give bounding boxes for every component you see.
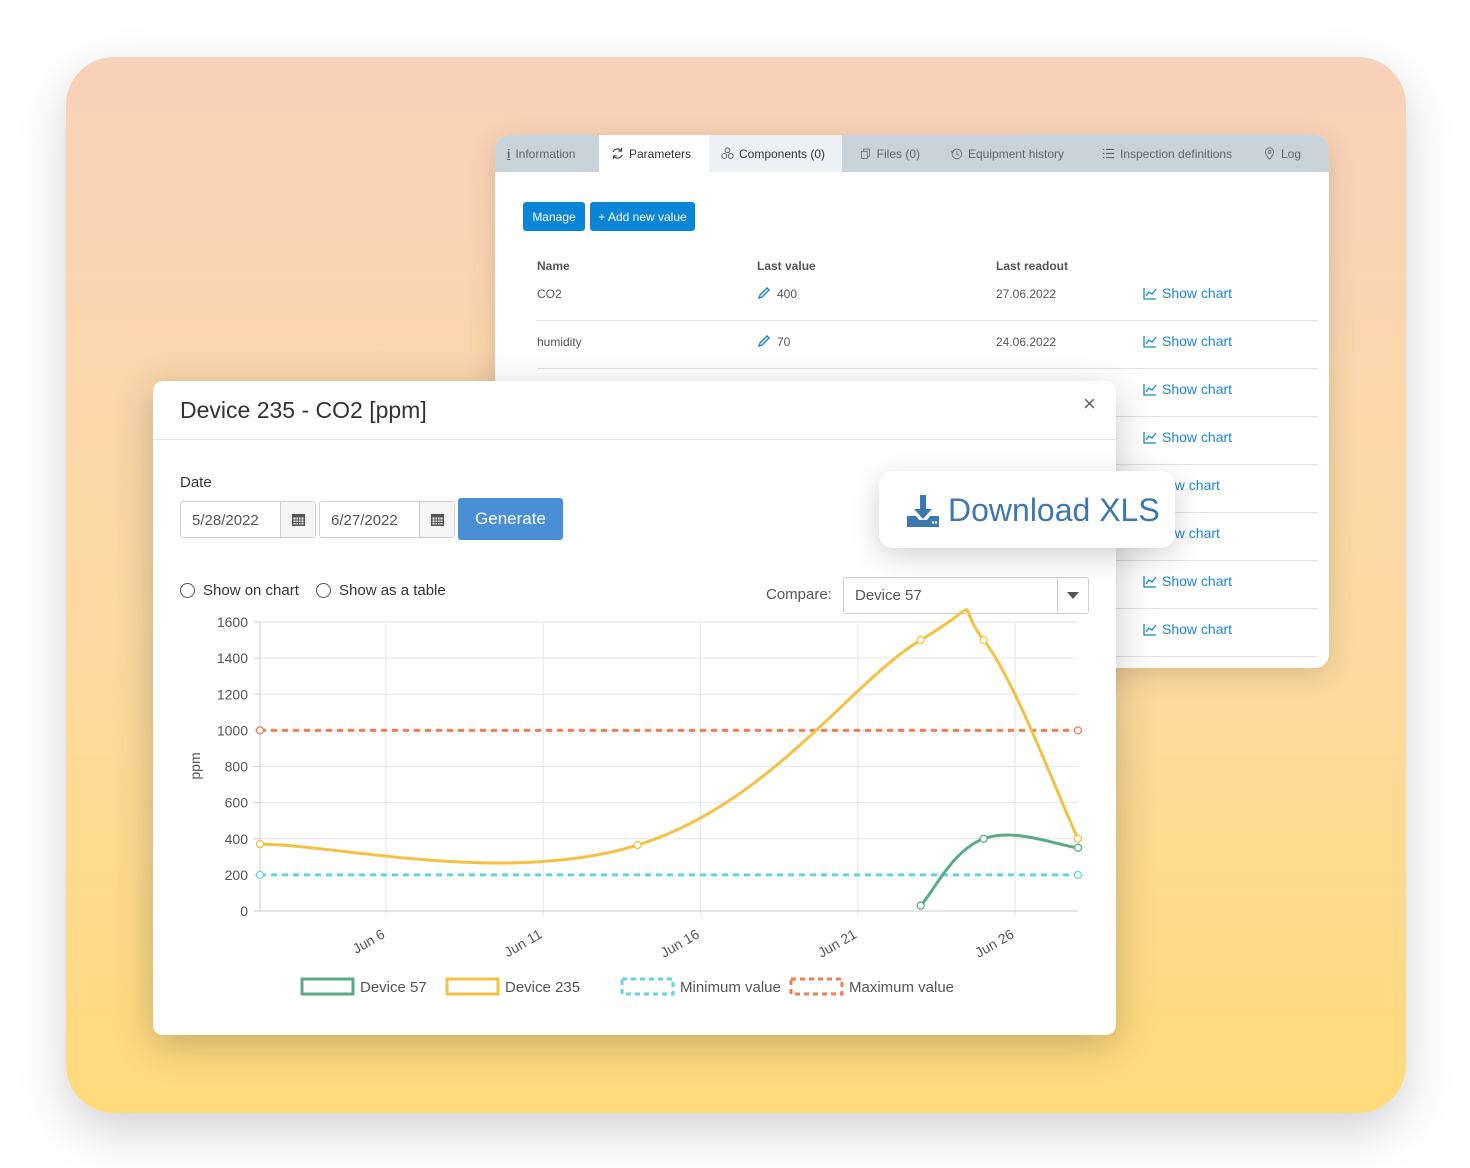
files-icon xyxy=(861,148,870,159)
y-tick-label: 400 xyxy=(225,831,249,847)
line-chart-icon xyxy=(1143,431,1157,444)
line-chart-icon xyxy=(1143,623,1157,636)
legend-item: Minimum value xyxy=(620,977,781,996)
refresh-icon xyxy=(612,147,623,160)
x-tick-label: Jun 11 xyxy=(501,926,545,960)
tab-label: Parameters xyxy=(629,146,692,161)
location-icon xyxy=(1265,147,1274,160)
pencil-icon[interactable] xyxy=(757,286,771,300)
pencil-icon[interactable] xyxy=(757,334,771,348)
tab-label: Inspection definitions xyxy=(1120,146,1233,161)
x-tick-label: Jun 26 xyxy=(972,926,1017,961)
tab-files[interactable]: Files (0) xyxy=(842,135,932,172)
data-point xyxy=(1073,834,1083,843)
param-readout: 27.06.2022 xyxy=(996,287,1057,301)
tab-components[interactable]: Components (0) xyxy=(709,135,842,172)
show-chart-link[interactable]: Show chart xyxy=(1143,573,1232,589)
header-last-readout: Last readout xyxy=(996,259,1069,273)
param-value: 70 xyxy=(777,335,791,349)
show-chart-label: Show chart xyxy=(1162,621,1233,637)
download-xls-button[interactable]: Download XLS xyxy=(879,471,1175,548)
list-icon xyxy=(1102,148,1115,159)
tab-inspection-definitions[interactable]: Inspection definitions xyxy=(1082,135,1247,172)
data-point xyxy=(1073,726,1083,735)
y-tick-label: 0 xyxy=(240,903,248,919)
line-chart-icon xyxy=(1143,287,1157,300)
history-icon xyxy=(950,148,963,160)
line-chart-icon xyxy=(1143,383,1157,396)
param-name: CO2 xyxy=(537,287,562,301)
legend-swatch xyxy=(445,977,500,996)
tab-label: Files (0) xyxy=(876,146,920,161)
show-chart-label: Show chart xyxy=(1162,285,1233,301)
x-tick-label: Jun 21 xyxy=(815,926,860,961)
y-axis-label: ppm xyxy=(187,752,203,779)
param-name: humidity xyxy=(537,335,582,349)
legend-label: Device 57 xyxy=(360,979,427,996)
manage-button[interactable]: Manage xyxy=(523,202,585,231)
x-tick-label: Jun 16 xyxy=(658,926,703,961)
legend-swatch xyxy=(300,977,355,996)
data-point xyxy=(255,840,265,849)
x-tick-label: Jun 6 xyxy=(350,926,388,957)
legend-item: Device 235 xyxy=(445,977,580,996)
tab-parameters[interactable]: Parameters xyxy=(599,135,709,172)
tab-label: Log xyxy=(1281,146,1302,161)
tab-label: Information xyxy=(515,146,576,161)
info-icon: i xyxy=(507,146,511,161)
show-chart-label: Show chart xyxy=(1162,573,1233,589)
header-name: Name xyxy=(537,259,570,273)
data-point xyxy=(916,901,925,910)
table-row: humidity 70 24.06.2022 Show chart xyxy=(537,321,1318,369)
tab-label: Components (0) xyxy=(739,146,826,161)
data-point xyxy=(255,870,265,880)
tab-information[interactable]: i Information xyxy=(495,135,599,172)
show-chart-link[interactable]: Show chart xyxy=(1143,381,1232,397)
show-chart-link[interactable]: Show chart xyxy=(1143,285,1232,301)
download-icon xyxy=(907,495,939,527)
y-tick-label: 1000 xyxy=(217,722,248,738)
legend-swatch xyxy=(789,977,844,996)
show-chart-label: Show chart xyxy=(1162,381,1233,397)
data-point xyxy=(1073,843,1083,852)
data-point xyxy=(916,635,925,645)
tab-equipment-history[interactable]: Equipment history xyxy=(932,135,1082,172)
series-device-235 xyxy=(259,608,1080,865)
legend-swatch xyxy=(620,977,675,996)
header-last-value: Last value xyxy=(757,259,816,273)
data-point xyxy=(979,635,988,645)
tab-log[interactable]: Log xyxy=(1247,135,1317,172)
show-chart-link[interactable]: Show chart xyxy=(1143,621,1232,637)
data-point xyxy=(1073,870,1083,880)
y-tick-label: 200 xyxy=(225,867,249,883)
download-label: Download XLS xyxy=(948,492,1160,528)
show-chart-link[interactable]: Show chart xyxy=(1143,429,1232,445)
y-tick-label: 800 xyxy=(225,759,249,775)
data-point xyxy=(979,834,988,843)
tab-bar: i Information Parameters Components (0) … xyxy=(495,135,1329,172)
data-point xyxy=(255,726,265,735)
show-chart-link[interactable]: Show chart xyxy=(1143,333,1232,349)
components-icon xyxy=(721,147,734,159)
line-chart-icon xyxy=(1143,575,1157,588)
y-tick-label: 1200 xyxy=(217,686,248,702)
data-point xyxy=(633,840,642,850)
param-readout: 24.06.2022 xyxy=(996,335,1057,349)
legend-item: Device 57 xyxy=(300,977,427,996)
legend-label: Maximum value xyxy=(849,979,954,996)
y-tick-label: 600 xyxy=(225,795,249,811)
series-device-57 xyxy=(919,833,1079,907)
y-tick-label: 1400 xyxy=(217,650,248,666)
y-tick-label: 1600 xyxy=(217,614,248,630)
table-row: CO2 400 27.06.2022 Show chart xyxy=(537,273,1318,321)
legend-label: Minimum value xyxy=(680,979,781,996)
line-chart-icon xyxy=(1143,335,1157,348)
param-value: 400 xyxy=(777,287,798,301)
show-chart-label: Show chart xyxy=(1162,333,1233,349)
legend-item: Maximum value xyxy=(789,977,954,996)
legend-label: Device 235 xyxy=(505,979,580,996)
tab-label: Equipment history xyxy=(968,146,1065,161)
show-chart-label: Show chart xyxy=(1162,429,1233,445)
add-new-value-button[interactable]: + Add new value xyxy=(590,202,695,231)
